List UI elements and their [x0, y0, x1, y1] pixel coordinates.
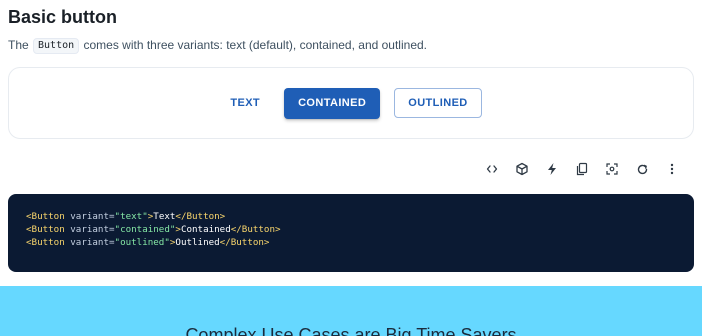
code-attr-value: "text" — [114, 211, 148, 222]
code-block[interactable]: <Button variant="text">Text</Button> <Bu… — [8, 194, 694, 272]
code-end-tag: </Button> — [219, 237, 270, 248]
code-attr: variant= — [64, 224, 115, 235]
demo-toolbar — [476, 158, 686, 180]
code-attr-value: "contained" — [114, 224, 176, 235]
code-attr-value: "outlined" — [114, 237, 170, 248]
code-attr: variant= — [64, 237, 115, 248]
text-button[interactable]: TEXT — [220, 88, 270, 118]
reset-icon[interactable] — [628, 158, 656, 180]
code-content: Text — [153, 211, 176, 222]
code-content: Contained — [180, 224, 231, 235]
code-open-tag: <Button — [26, 211, 65, 222]
code-end-tag: </Button> — [175, 211, 226, 222]
section-title: Basic button — [8, 7, 118, 27]
code-line: <Button variant="contained">Contained</B… — [26, 223, 676, 236]
stackblitz-icon[interactable] — [538, 158, 566, 180]
contained-button[interactable]: CONTAINED — [284, 87, 381, 119]
more-vert-icon[interactable] — [658, 158, 686, 180]
docs-page: Basic button The Button comes with three… — [0, 0, 702, 336]
codesandbox-icon[interactable] — [508, 158, 536, 180]
promo-banner: Complex Use Cases are Big Time Savers — [0, 286, 702, 336]
demo-preview: TEXT CONTAINED OUTLINED — [8, 67, 694, 139]
code-open-tag: <Button — [26, 224, 65, 235]
copy-icon[interactable] — [568, 158, 596, 180]
focus-icon[interactable] — [598, 158, 626, 180]
outlined-button[interactable]: OUTLINED — [394, 88, 482, 118]
code-line: <Button variant="outlined">Outlined</But… — [26, 236, 676, 249]
inline-code-button: Button — [33, 38, 80, 54]
code-end-tag: </Button> — [230, 224, 281, 235]
code-line: <Button variant="text">Text</Button> — [26, 210, 676, 223]
code-attr: variant= — [64, 211, 115, 222]
code-open-tag: <Button — [26, 237, 65, 248]
description-suffix: comes with three variants: text (default… — [80, 38, 427, 52]
section-description: The Button comes with three variants: te… — [8, 36, 427, 54]
code-icon[interactable] — [478, 158, 506, 180]
code-content: Outlined — [175, 237, 220, 248]
description-prefix: The — [8, 38, 33, 52]
banner-headline: Complex Use Cases are Big Time Savers — [185, 325, 517, 336]
